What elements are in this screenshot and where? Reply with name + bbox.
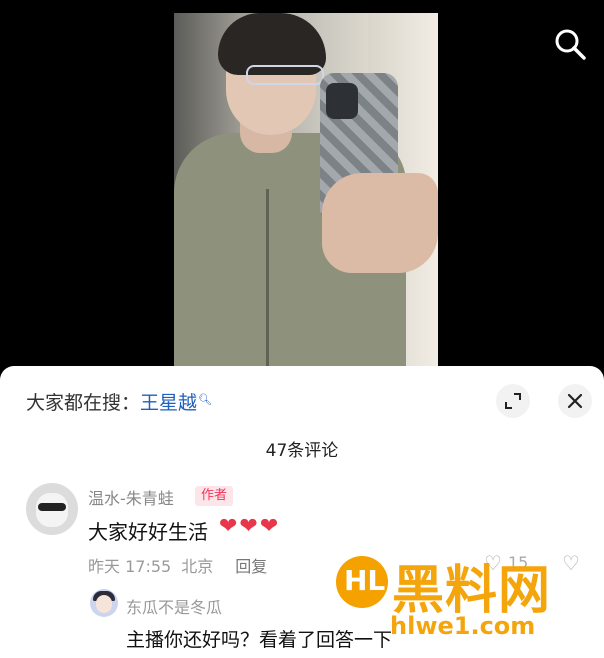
search-icon xyxy=(555,29,586,60)
comment-time: 昨天 17:55 xyxy=(88,557,172,576)
avatar[interactable] xyxy=(26,483,78,535)
hot-search-link[interactable]: 王星越 xyxy=(140,392,197,414)
comment-text: 大家好好生活 xyxy=(88,520,208,544)
reply-text: 主播你还好吗？看着了回答一下 xyxy=(126,629,393,651)
comment-location: 北京 xyxy=(181,557,214,576)
search-button[interactable] xyxy=(553,27,587,61)
video-frame[interactable] xyxy=(174,13,438,366)
expand-icon xyxy=(505,393,521,409)
author-badge: 作者 xyxy=(195,486,233,506)
phone-camera xyxy=(326,83,358,119)
watermark-url: hlwe1.com xyxy=(390,612,536,640)
reply-author[interactable]: 东瓜不是冬瓜 xyxy=(126,594,222,618)
person-glasses xyxy=(246,65,324,85)
shirt-zipper xyxy=(266,189,269,366)
watermark-logo: HL xyxy=(336,556,388,608)
comment-count-title: 47条评论 xyxy=(265,441,339,461)
expand-button[interactable] xyxy=(496,384,530,418)
comment-author[interactable]: 温水-朱青蛙 xyxy=(88,485,174,509)
comment-meta: 昨天 17:55 北京 回复 xyxy=(88,553,277,577)
hot-search-prefix: 大家都在搜： xyxy=(26,392,141,414)
search-icon: 🔍︎ xyxy=(198,393,212,406)
reply-button[interactable]: 回复 xyxy=(235,557,267,576)
heart-emoji: ❤❤❤ xyxy=(219,514,281,539)
hot-search-row: 大家都在搜：王星越🔍︎ xyxy=(26,388,212,415)
thumbs-down-icon[interactable]: ♡ xyxy=(562,551,580,575)
close-icon xyxy=(567,393,583,409)
reply-avatar[interactable] xyxy=(90,589,118,617)
person-hand xyxy=(322,173,438,273)
reply-avatar-face xyxy=(96,595,112,613)
watermark-logo-text: HL xyxy=(344,564,386,597)
dog-sunglasses xyxy=(38,503,66,511)
close-button[interactable] xyxy=(558,384,592,418)
